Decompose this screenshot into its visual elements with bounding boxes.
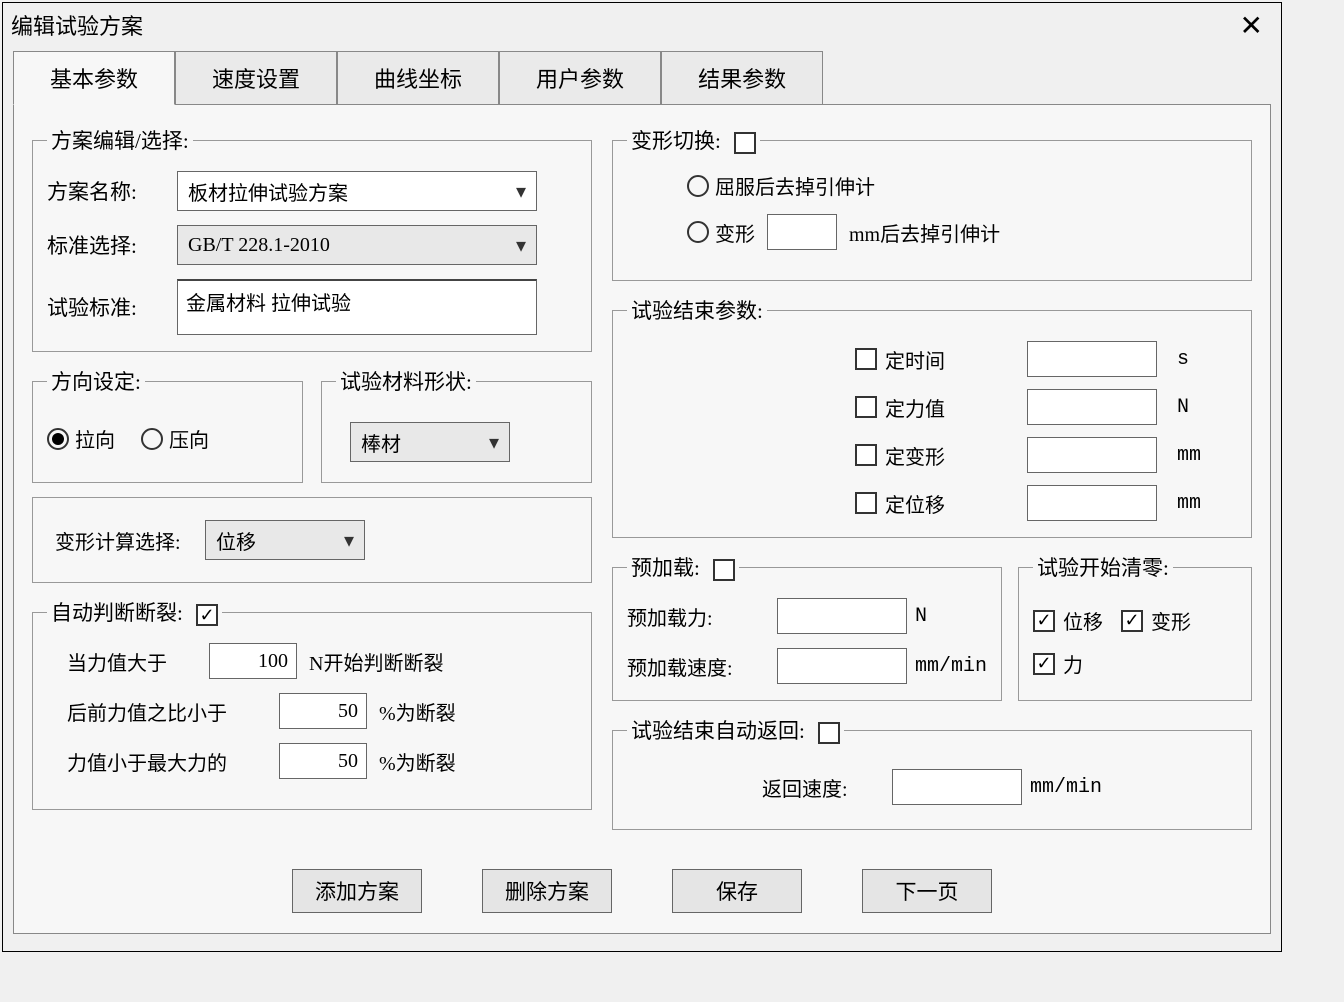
- calc-select[interactable]: 位移 ▾: [205, 520, 365, 560]
- preload-checkbox[interactable]: [713, 559, 735, 581]
- end-force-checkbox[interactable]: [855, 396, 877, 418]
- tab-user[interactable]: 用户参数: [499, 51, 661, 105]
- scheme-name-label: 方案名称:: [47, 176, 177, 206]
- tab-curve[interactable]: 曲线坐标: [337, 51, 499, 105]
- direction-legend: 方向设定:: [47, 366, 145, 396]
- radio-after-yield[interactable]: 屈服后去掉引伸计: [687, 171, 875, 200]
- chevron-down-icon: ▾: [344, 528, 354, 553]
- tab-content: 方案编辑/选择: 方案名称: 板材拉伸试验方案 ▾ 标准选择: GB/T 228…: [13, 104, 1271, 934]
- end-disp-input[interactable]: [1027, 485, 1157, 521]
- deform-switch-legend: 变形切换:: [627, 125, 760, 155]
- chevron-down-icon: ▾: [516, 233, 526, 258]
- dialog-window: 编辑试验方案 ✕ 基本参数 速度设置 曲线坐标 用户参数 结果参数 方案编辑/选…: [2, 2, 1282, 952]
- end-time-input[interactable]: [1027, 341, 1157, 377]
- test-standard-text[interactable]: 金属材料 拉伸试验: [177, 279, 537, 335]
- end-time-unit: s: [1177, 348, 1237, 371]
- end-disp-unit: mm: [1177, 492, 1237, 515]
- preload-group: 预加载: 预加载力: N 预加载速度: mm/min: [612, 552, 1002, 701]
- calc-group: 变形计算选择: 位移 ▾: [32, 497, 592, 583]
- shape-legend: 试验材料形状:: [336, 366, 476, 396]
- shape-group: 试验材料形状: 棒材 ▾: [321, 366, 592, 483]
- fracture-ratio-input[interactable]: [279, 693, 367, 729]
- deform-switch-group: 变形切换: 屈服后去掉引伸计 变形 mm后去掉引伸计: [612, 125, 1252, 281]
- preload-speed-input[interactable]: [777, 648, 907, 684]
- chevron-down-icon: ▾: [489, 430, 499, 455]
- end-deform-unit: mm: [1177, 444, 1237, 467]
- fracture-line3-post: %为断裂: [379, 747, 456, 776]
- end-time-checkbox[interactable]: [855, 348, 877, 370]
- fracture-enable-checkbox[interactable]: ✓: [196, 604, 218, 626]
- return-speed-label: 返回速度:: [762, 773, 892, 802]
- end-params-group: 试验结束参数: 定时间 s 定力值 N 定变形 mm 定位移: [612, 295, 1252, 538]
- button-row: 添加方案 删除方案 保存 下一页: [14, 869, 1270, 913]
- delete-scheme-button[interactable]: 删除方案: [482, 869, 612, 913]
- add-scheme-button[interactable]: 添加方案: [292, 869, 422, 913]
- deform-switch-suffix: mm后去掉引伸计: [849, 218, 1000, 247]
- tab-basic[interactable]: 基本参数: [13, 51, 175, 105]
- fracture-force-input[interactable]: [209, 643, 297, 679]
- calc-label: 变形计算选择:: [55, 526, 205, 555]
- standard-select-label: 标准选择:: [47, 230, 177, 260]
- left-column: 方案编辑/选择: 方案名称: 板材拉伸试验方案 ▾ 标准选择: GB/T 228…: [32, 125, 592, 913]
- preload-force-unit: N: [915, 605, 927, 628]
- end-deform-input[interactable]: [1027, 437, 1157, 473]
- fracture-legend: 自动判断断裂: ✓: [47, 597, 222, 627]
- right-column: 变形切换: 屈服后去掉引伸计 变形 mm后去掉引伸计: [612, 125, 1252, 913]
- radio-push[interactable]: 压向: [141, 424, 209, 453]
- test-standard-label: 试验标准:: [47, 292, 177, 322]
- end-params-legend: 试验结束参数:: [627, 295, 767, 325]
- fracture-line3-pre: 力值小于最大力的: [67, 747, 267, 776]
- deform-mm-input[interactable]: [767, 214, 837, 250]
- scheme-name-combo[interactable]: 板材拉伸试验方案 ▾: [177, 171, 537, 211]
- scheme-legend: 方案编辑/选择:: [47, 125, 193, 155]
- fracture-line1-post: N开始判断断裂: [309, 647, 443, 676]
- fracture-line1-pre: 当力值大于: [67, 647, 197, 676]
- next-page-button[interactable]: 下一页: [862, 869, 992, 913]
- radio-pull[interactable]: 拉向: [47, 424, 115, 453]
- shape-select[interactable]: 棒材 ▾: [350, 422, 510, 462]
- radio-after-deform[interactable]: 变形: [687, 218, 755, 247]
- tab-speed[interactable]: 速度设置: [175, 51, 337, 105]
- save-button[interactable]: 保存: [672, 869, 802, 913]
- chevron-down-icon: ▾: [516, 179, 526, 204]
- fracture-group: 自动判断断裂: ✓ 当力值大于 N开始判断断裂 后前力值之比小于 %为断裂 力值…: [32, 597, 592, 810]
- preload-force-label: 预加载力:: [627, 602, 777, 631]
- autoreturn-group: 试验结束自动返回: 返回速度: mm/min: [612, 715, 1252, 830]
- preload-legend: 预加载:: [627, 552, 739, 582]
- close-icon[interactable]: ✕: [1232, 9, 1271, 42]
- zero-force-checkbox[interactable]: ✓: [1033, 653, 1055, 675]
- return-speed-input[interactable]: [892, 769, 1022, 805]
- end-force-unit: N: [1177, 396, 1237, 419]
- fracture-line2-pre: 后前力值之比小于: [67, 697, 267, 726]
- return-speed-unit: mm/min: [1030, 776, 1102, 799]
- autoreturn-checkbox[interactable]: [818, 722, 840, 744]
- direction-group: 方向设定: 拉向 压向: [32, 366, 303, 483]
- preload-speed-label: 预加载速度:: [627, 652, 777, 681]
- tab-bar: 基本参数 速度设置 曲线坐标 用户参数 结果参数: [13, 51, 1281, 105]
- end-disp-checkbox[interactable]: [855, 492, 877, 514]
- scheme-group: 方案编辑/选择: 方案名称: 板材拉伸试验方案 ▾ 标准选择: GB/T 228…: [32, 125, 592, 352]
- zero-legend: 试验开始清零:: [1033, 552, 1173, 582]
- end-force-input[interactable]: [1027, 389, 1157, 425]
- end-deform-checkbox[interactable]: [855, 444, 877, 466]
- window-title: 编辑试验方案: [11, 9, 143, 41]
- standard-select[interactable]: GB/T 228.1-2010 ▾: [177, 225, 537, 265]
- zero-group: 试验开始清零: ✓位移 ✓变形 ✓力: [1018, 552, 1252, 701]
- fracture-maxforce-input[interactable]: [279, 743, 367, 779]
- fracture-line2-post: %为断裂: [379, 697, 456, 726]
- tab-result[interactable]: 结果参数: [661, 51, 823, 105]
- autoreturn-legend: 试验结束自动返回:: [627, 715, 844, 745]
- preload-speed-unit: mm/min: [915, 655, 987, 678]
- preload-force-input[interactable]: [777, 598, 907, 634]
- deform-switch-checkbox[interactable]: [734, 132, 756, 154]
- zero-deform-checkbox[interactable]: ✓: [1121, 610, 1143, 632]
- zero-disp-checkbox[interactable]: ✓: [1033, 610, 1055, 632]
- titlebar: 编辑试验方案 ✕: [3, 3, 1281, 47]
